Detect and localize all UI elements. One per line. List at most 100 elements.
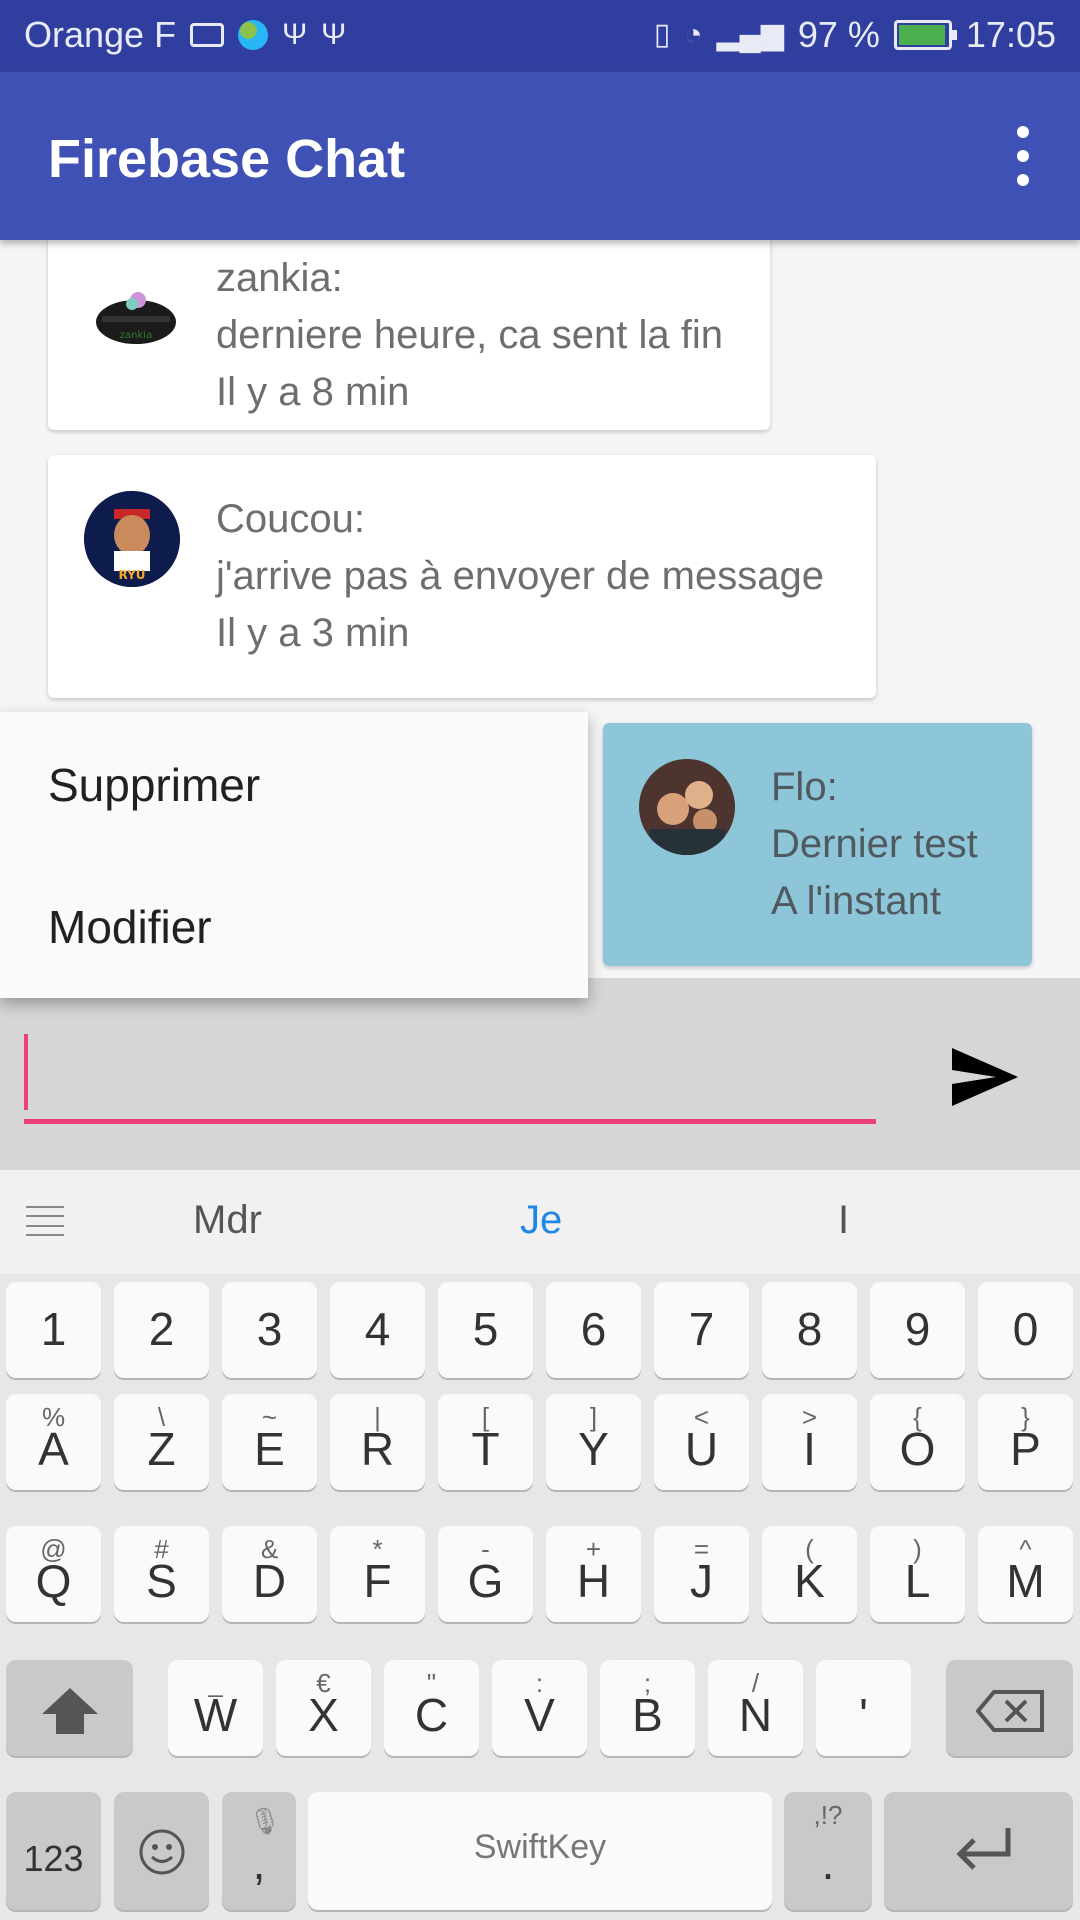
space-key[interactable]: SwiftKey — [308, 1792, 772, 1910]
vibrate-icon: ▯ — [653, 18, 671, 51]
emoji-key[interactable] — [114, 1792, 209, 1910]
key-b[interactable]: ; B — [600, 1660, 695, 1756]
key-label: S — [146, 1555, 177, 1607]
text-caret — [24, 1034, 28, 1110]
key-h[interactable]: + H — [546, 1526, 641, 1622]
key-label: G — [467, 1555, 504, 1607]
key-label: N — [738, 1689, 773, 1741]
key-g[interactable]: -G — [438, 1526, 533, 1622]
key-w[interactable]: _ W — [168, 1660, 263, 1756]
suggestion-3[interactable]: I — [838, 1198, 849, 1243]
key-label: U — [684, 1423, 719, 1475]
key-n[interactable]: / N — [708, 1660, 803, 1756]
usb-icon-2: Ψ — [321, 18, 347, 51]
key-v[interactable]: :V — [492, 1660, 587, 1756]
key-label: A — [38, 1423, 69, 1475]
key-label: F — [363, 1555, 392, 1607]
suggestion-1[interactable]: Mdr — [193, 1198, 262, 1243]
send-icon[interactable] — [950, 1044, 1020, 1110]
key-x[interactable]: € X — [276, 1660, 371, 1756]
message-text: j'arrive pas à envoyer de message — [216, 554, 824, 598]
key-j[interactable]: = J — [654, 1526, 749, 1622]
key-label: Y — [578, 1423, 609, 1475]
key-m[interactable]: ^ M — [978, 1526, 1073, 1622]
key-1[interactable]: 1 — [6, 1282, 101, 1378]
key-q[interactable]: @ Q — [6, 1526, 101, 1622]
key-i[interactable]: > I — [762, 1394, 857, 1490]
key-f[interactable]: * F — [330, 1526, 425, 1622]
message-input[interactable] — [24, 1030, 876, 1124]
message-time: A l'instant — [771, 879, 941, 923]
message-author: Flo: — [771, 765, 838, 809]
context-menu: Supprimer Modifier — [0, 712, 588, 998]
key-label: 123 — [23, 1838, 84, 1879]
signal-icon: ▂▄▆ — [716, 18, 784, 51]
backspace-key[interactable] — [946, 1660, 1073, 1756]
emoji-icon — [139, 1829, 185, 1875]
key-label: 1 — [40, 1303, 67, 1355]
message-card-own[interactable]: Flo: Dernier test A l'instant — [603, 723, 1032, 966]
carrier-name: Orange F — [24, 14, 177, 55]
menu-item-delete[interactable]: Supprimer — [48, 758, 260, 812]
key-label: B — [632, 1689, 663, 1741]
message-card[interactable]: zankia zankia: derniere heure, ca sent l… — [48, 240, 770, 430]
key-e[interactable]: ~ E — [222, 1394, 317, 1490]
key-label: 7 — [688, 1303, 715, 1355]
key-9[interactable]: 9 — [870, 1282, 965, 1378]
key-2[interactable]: 2 — [114, 1282, 209, 1378]
wifi-icon: ◔ — [684, 18, 703, 51]
key-y[interactable]: ] Y — [546, 1394, 641, 1490]
enter-key[interactable] — [884, 1792, 1073, 1910]
key-p[interactable]: } P — [978, 1394, 1073, 1490]
key-label: X — [308, 1689, 339, 1741]
key-label: , — [252, 1837, 266, 1889]
key-d[interactable]: & D — [222, 1526, 317, 1622]
numbers-key[interactable]: 123 — [6, 1792, 101, 1910]
key-t[interactable]: [T — [438, 1394, 533, 1490]
key-7[interactable]: 7 — [654, 1282, 749, 1378]
globe-icon — [238, 20, 269, 50]
key-s[interactable]: # S — [114, 1526, 209, 1622]
key-label: E — [254, 1423, 285, 1475]
key-k[interactable]: (K — [762, 1526, 857, 1622]
key-4[interactable]: 4 — [330, 1282, 425, 1378]
key-8[interactable]: 8 — [762, 1282, 857, 1378]
message-author: zankia: — [216, 256, 343, 300]
message-author: Coucou: — [216, 497, 365, 541]
message-card[interactable]: RYU Coucou: j'arrive pas à envoyer de me… — [48, 455, 876, 698]
menu-item-edit[interactable]: Modifier — [48, 900, 212, 954]
key-r[interactable]: | R — [330, 1394, 425, 1490]
swiftkey-logo: SwiftKey — [473, 1828, 607, 1866]
status-bar: Orange F Ψ Ψ ▯ ◔ ▂▄▆ 97 % 17:05 — [0, 0, 1080, 72]
key-0[interactable]: 0 — [978, 1282, 1073, 1378]
key-label: Q — [35, 1555, 72, 1607]
key-a[interactable]: % A — [6, 1394, 101, 1490]
suggestion-bar: Mdr Je I — [0, 1170, 1080, 1274]
battery-icon — [893, 20, 957, 50]
key-label: D — [252, 1555, 287, 1607]
key-5[interactable]: 5 — [438, 1282, 533, 1378]
key-z[interactable]: \ Z — [114, 1394, 209, 1490]
shift-key[interactable] — [6, 1660, 133, 1756]
key-l[interactable]: ) L — [870, 1526, 965, 1622]
key-label: C — [414, 1689, 449, 1741]
key-3[interactable]: 3 — [222, 1282, 317, 1378]
menu-icon[interactable] — [26, 1206, 64, 1236]
composer-bar — [0, 978, 1080, 1170]
key-6[interactable]: 6 — [546, 1282, 641, 1378]
app-bar: Firebase Chat — [0, 72, 1080, 240]
comma-key[interactable]: 🎙 , — [222, 1792, 296, 1910]
period-key[interactable]: ,!? . — [784, 1792, 872, 1910]
suggestion-2[interactable]: Je — [520, 1198, 562, 1243]
svg-text:zankia: zankia — [120, 330, 152, 341]
avatar — [639, 759, 735, 855]
key-apostrophe[interactable]: ' — [816, 1660, 911, 1756]
key-u[interactable]: < U — [654, 1394, 749, 1490]
key-label: P — [1010, 1423, 1041, 1475]
key-o[interactable]: {O — [870, 1394, 965, 1490]
key-label: 3 — [256, 1303, 283, 1355]
more-options-icon[interactable] — [1008, 126, 1038, 186]
key-label: 4 — [364, 1303, 391, 1355]
key-label: 6 — [580, 1303, 607, 1355]
key-c[interactable]: " C — [384, 1660, 479, 1756]
